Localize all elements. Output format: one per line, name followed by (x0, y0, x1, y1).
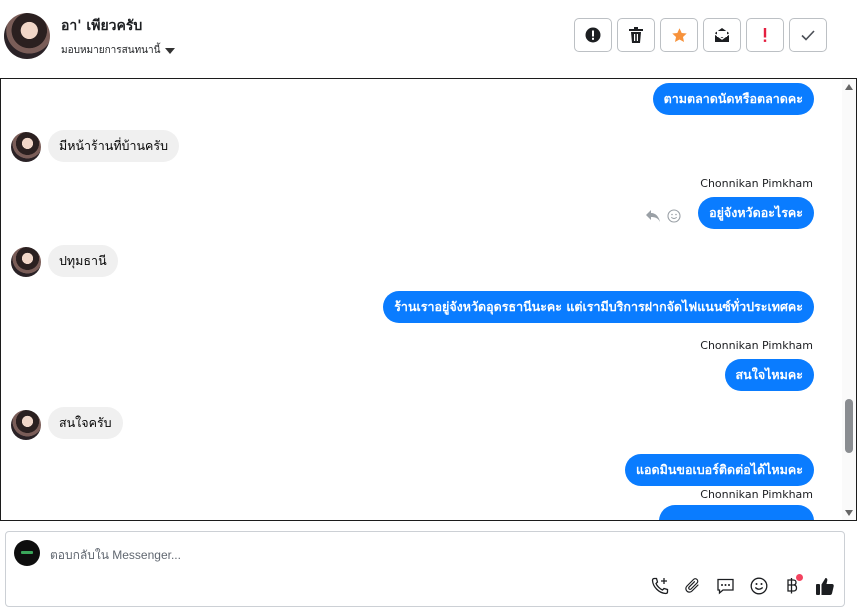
trash-icon (629, 27, 643, 43)
scrollbar-thumb[interactable] (845, 399, 853, 453)
spam-button[interactable] (574, 18, 612, 52)
done-button[interactable] (789, 18, 827, 52)
alert-circle-icon (585, 27, 601, 43)
payment-button[interactable] (780, 574, 803, 597)
reply-icon[interactable] (645, 209, 661, 223)
call-button[interactable] (648, 574, 671, 597)
paperclip-icon (684, 577, 699, 593)
message-bubble-incoming[interactable]: สนใจครับ (48, 407, 123, 439)
contact-avatar-small (11, 247, 41, 277)
contact-avatar-small (11, 132, 41, 162)
message-bubble-incoming[interactable]: ปทุมธานี (48, 245, 118, 277)
phone-plus-icon (651, 577, 668, 594)
contact-avatar[interactable] (4, 13, 50, 59)
message-bubble-outgoing[interactable]: อยู่จังหวัดอะไรคะ (698, 197, 814, 229)
react-emoji-icon[interactable] (667, 209, 681, 223)
thread-scrollbar[interactable] (842, 79, 856, 520)
star-button[interactable] (660, 18, 698, 52)
reply-input[interactable] (50, 545, 650, 565)
attach-button[interactable] (681, 574, 704, 597)
conversation-header: อา' เพียวครับ มอบหมายการสนทนานี้ (0, 0, 857, 78)
assign-label: มอบหมายการสนทนานี้ (61, 45, 161, 56)
emoji-icon (750, 577, 767, 594)
thumbs-up-icon (815, 577, 834, 595)
message-bubble-outgoing[interactable] (659, 505, 814, 520)
sender-name: Chonnikan Pimkham (700, 177, 813, 190)
composer-toolbar (648, 574, 836, 597)
message-actions (645, 209, 681, 223)
reply-composer (5, 531, 845, 607)
message-bubble-outgoing[interactable]: แอดมินขอเบอร์ติดต่อได้ไหมคะ (624, 454, 814, 486)
saved-reply-icon (717, 578, 734, 594)
message-thread[interactable]: ตามตลาดนัดหรือตลาดคะ มีหน้าร้านที่บ้านคร… (0, 78, 857, 521)
assign-conversation-dropdown[interactable]: มอบหมายการสนทนานี้ (61, 43, 176, 58)
contact-avatar-small (11, 410, 41, 440)
scroll-down-arrow-icon[interactable] (845, 510, 853, 516)
message-bubble-incoming[interactable]: มีหน้าร้านที่บ้านครับ (48, 130, 180, 162)
envelope-icon (714, 28, 730, 42)
sender-name: Chonnikan Pimkham (700, 339, 813, 352)
exclamation-icon (763, 28, 767, 42)
emoji-button[interactable] (747, 574, 770, 597)
page-avatar (14, 540, 40, 566)
message-bubble-outgoing[interactable]: สนใจไหมคะ (724, 359, 814, 391)
caret-down-icon (165, 47, 176, 54)
notification-dot (796, 574, 803, 581)
delete-button[interactable] (617, 18, 655, 52)
message-bubble-outgoing[interactable]: ตามตลาดนัดหรือตลาดคะ (652, 83, 814, 115)
mark-unread-button[interactable] (703, 18, 741, 52)
sender-name: Chonnikan Pimkham (700, 488, 813, 501)
star-icon (671, 27, 687, 42)
saved-replies-button[interactable] (714, 574, 737, 597)
message-bubble-outgoing[interactable]: ร้านเราอยู่จังหวัดอุดรธานีนะคะ แต่เรามีบ… (383, 291, 814, 323)
follow-up-button[interactable] (746, 18, 784, 52)
check-icon (801, 30, 815, 41)
contact-name[interactable]: อา' เพียวครับ (61, 15, 142, 37)
like-button[interactable] (813, 574, 836, 597)
conversation-toolbar (574, 18, 827, 52)
scroll-up-arrow-icon[interactable] (845, 84, 853, 90)
